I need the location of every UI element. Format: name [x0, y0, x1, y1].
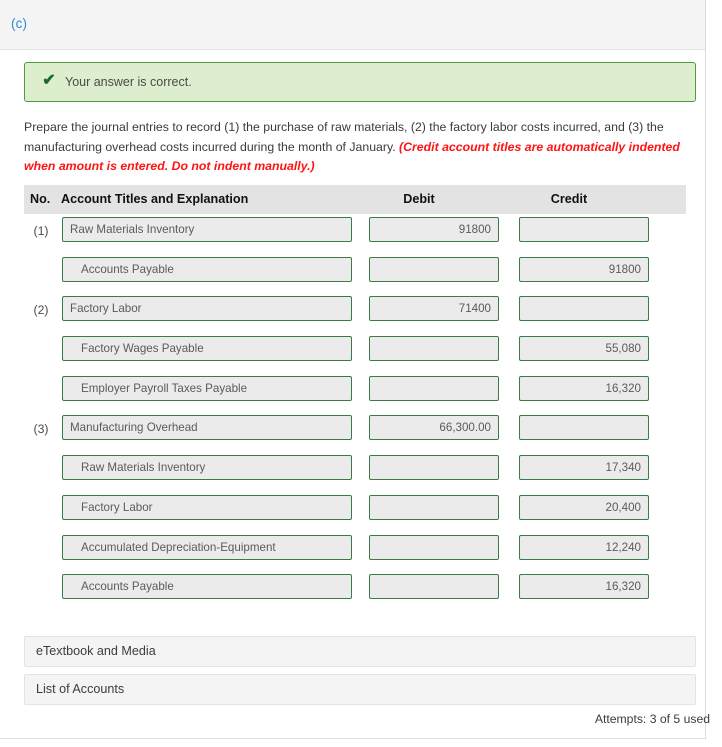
column-header-credit: Credit — [550, 192, 588, 206]
exercise-page: (c) ✔ Your answer is correct. Prepare th… — [0, 0, 722, 747]
debit-amount-input[interactable] — [369, 375, 499, 401]
credit-amount-input[interactable] — [519, 296, 649, 322]
credit-amount-input[interactable] — [519, 455, 649, 481]
table-row — [24, 373, 686, 413]
part-label: (c) — [11, 16, 28, 31]
account-title-input[interactable] — [62, 494, 352, 520]
etextbook-and-media-label: eTextbook and Media — [36, 644, 156, 658]
account-title-input[interactable] — [62, 217, 352, 242]
table-row: (3) — [24, 412, 686, 452]
success-banner-text: Your answer is correct. — [65, 75, 192, 89]
debit-amount-input[interactable] — [369, 336, 499, 362]
column-header-no: No. — [30, 192, 51, 206]
account-title-input[interactable] — [62, 375, 352, 401]
credit-amount-input[interactable] — [519, 375, 649, 401]
table-row — [24, 452, 686, 492]
table-header-row: No. Account Titles and Explanation Debit… — [24, 185, 686, 214]
credit-amount-input[interactable] — [519, 534, 649, 560]
table-row — [24, 254, 686, 294]
table-row: (2) — [24, 293, 686, 333]
column-header-account: Account Titles and Explanation — [61, 192, 249, 206]
debit-amount-input[interactable] — [369, 415, 499, 441]
debit-amount-input[interactable] — [369, 296, 499, 322]
table-row: (1) — [24, 214, 686, 254]
credit-amount-input[interactable] — [519, 574, 649, 600]
debit-amount-input[interactable] — [369, 534, 499, 560]
attempts-counter: Attempts: 3 of 5 used — [594, 712, 710, 726]
list-of-accounts-button[interactable]: List of Accounts — [24, 674, 696, 705]
table-row — [24, 492, 686, 532]
journal-rows-container: (1) (2) (3) — [24, 214, 686, 611]
table-row — [24, 333, 686, 373]
row-number-label: (2) — [33, 303, 49, 318]
account-title-input[interactable] — [62, 415, 352, 441]
debit-amount-input[interactable] — [369, 256, 499, 282]
credit-amount-input[interactable] — [519, 494, 649, 520]
list-of-accounts-label: List of Accounts — [36, 682, 125, 696]
success-banner: ✔ Your answer is correct. — [24, 62, 696, 102]
credit-amount-input[interactable] — [519, 415, 649, 441]
account-title-input[interactable] — [62, 455, 352, 481]
check-icon: ✔ — [42, 72, 56, 89]
etextbook-and-media-button[interactable]: eTextbook and Media — [24, 636, 696, 667]
debit-amount-input[interactable] — [369, 494, 499, 520]
credit-amount-input[interactable] — [519, 336, 649, 362]
debit-amount-input[interactable] — [369, 455, 499, 481]
account-title-input[interactable] — [62, 534, 352, 560]
account-title-input[interactable] — [62, 336, 352, 362]
account-title-input[interactable] — [62, 574, 352, 600]
credit-amount-input[interactable] — [519, 217, 649, 242]
row-number-label: (3) — [33, 422, 49, 437]
account-title-input[interactable] — [62, 256, 352, 282]
table-row — [24, 571, 686, 611]
instructions-text: Prepare the journal entries to record (1… — [24, 118, 696, 177]
credit-amount-input[interactable] — [519, 256, 649, 282]
table-row — [24, 532, 686, 572]
row-number-label: (1) — [33, 224, 49, 238]
journal-entry-table: No. Account Titles and Explanation Debit… — [24, 185, 686, 611]
debit-amount-input[interactable] — [369, 574, 499, 600]
account-title-input[interactable] — [62, 296, 352, 322]
column-header-debit: Debit — [403, 192, 435, 206]
part-header-band: (c) — [0, 0, 705, 50]
debit-amount-input[interactable] — [369, 217, 499, 242]
